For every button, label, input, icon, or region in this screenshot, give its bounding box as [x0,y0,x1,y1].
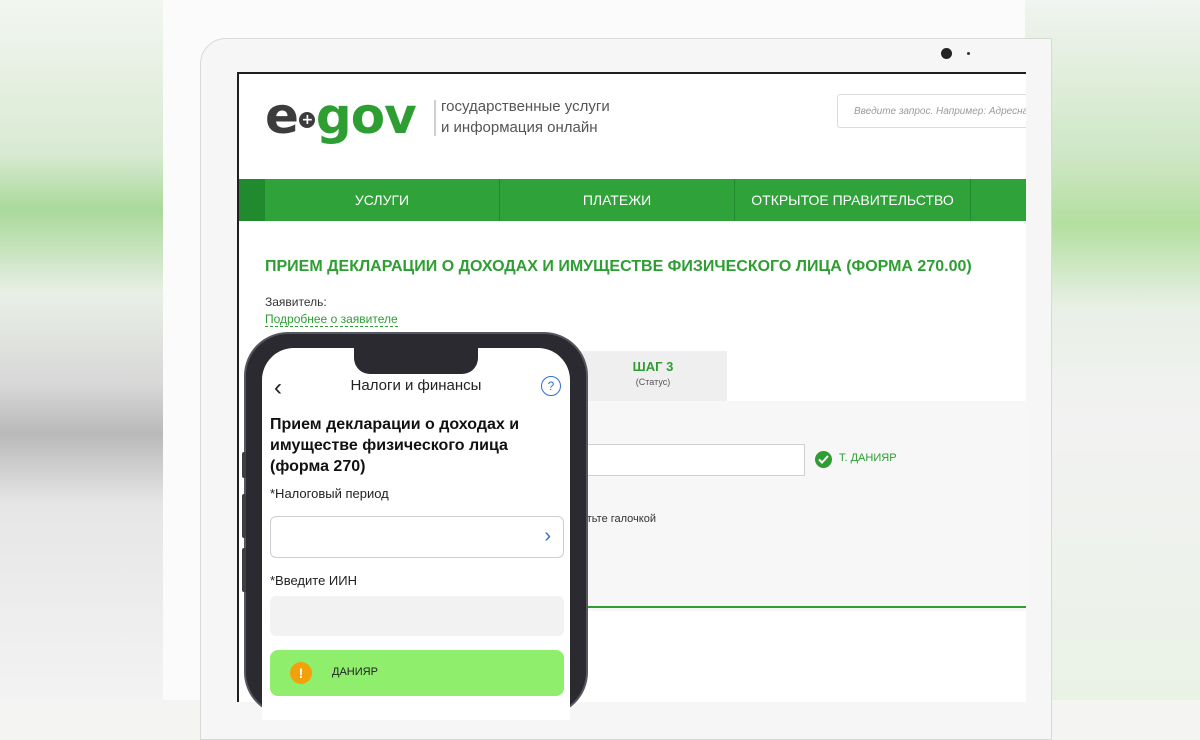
app-header-title: Налоги и финансы [350,377,482,394]
taxpayer-name: ДАНИЯР [332,666,378,678]
logo-e: e [265,87,299,145]
iin-input[interactable] [270,596,564,636]
nav-item-open-government[interactable]: ОТКРЫТОЕ ПРАВИТЕЛЬСТВО [735,179,971,221]
main-nav: УСЛУГИ ПЛАТЕЖИ ОТКРЫТОЕ ПРАВИТЕЛЬСТВО [239,179,1026,221]
iin-field[interactable] [585,444,805,476]
applicant-label: Заявитель: [265,295,327,309]
taxpayer-name-card[interactable]: ! ДАНИЯР [270,650,564,696]
warning-icon: ! [290,662,312,684]
camera-icon [941,48,952,59]
logo-gov: gov [315,87,417,145]
applicant-details-link[interactable]: Подробнее о заявителе [265,312,398,327]
sensor-dot [967,52,970,55]
checkbox-hint: етьте галочкой [581,513,656,525]
tax-period-select[interactable]: › [270,516,564,558]
phone-volume-button [242,548,246,592]
tab-step-3[interactable]: ШАГ 3 (Статус) [579,351,727,401]
nav-item-services[interactable]: УСЛУГИ [265,179,500,221]
page-title: ПРИЕМ ДЕКЛАРАЦИИ О ДОХОДАХ И ИМУЩЕСТВЕ Ф… [265,258,972,275]
phone-frame: ‹ Налоги и финансы ? Прием декларации о … [242,334,586,720]
tagline-line-2: и информация онлайн [441,119,598,136]
panel-divider [579,606,1026,608]
iin-label: *Введите ИИН [270,573,358,588]
form-panel [579,401,1026,611]
tagline-divider [434,100,436,136]
step-subtitle: (Статус) [635,377,671,387]
egov-logo[interactable]: e +gov [265,86,417,146]
phone-screen: ‹ Налоги и финансы ? Прием декларации о … [262,348,570,720]
tagline-line-1: государственные услуги [441,98,610,115]
step-title: ШАГ 3 [632,359,674,374]
verified-name: Т. ДАНИЯР [839,452,897,464]
background-left [0,0,170,700]
tax-period-label: *Налоговый период [270,486,389,501]
phone-notch [354,348,478,374]
check-circle-icon [815,451,832,468]
phone-side-button [242,452,246,478]
phone-volume-button [242,494,246,538]
help-icon[interactable]: ? [541,376,561,396]
nav-item-payments[interactable]: ПЛАТЕЖИ [500,179,735,221]
search-input[interactable] [837,94,1026,128]
logo-plus-icon: + [298,111,315,128]
service-heading: Прием декларации о доходах и имуществе ф… [270,416,520,475]
tagline: государственные услуги и информация онла… [441,96,610,138]
nav-cap [239,179,265,221]
chevron-right-icon: › [544,525,551,547]
